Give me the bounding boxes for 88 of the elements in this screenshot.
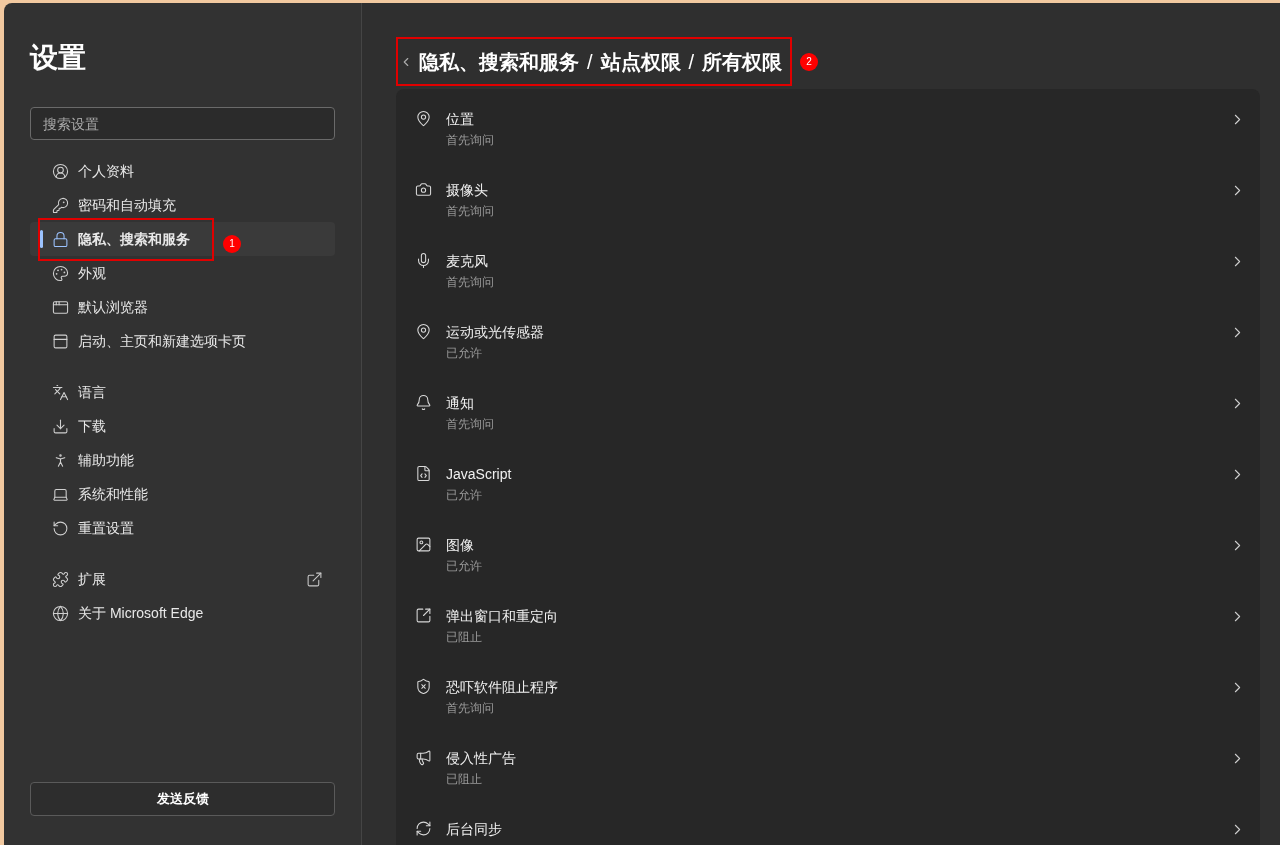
sidebar-item[interactable]: 默认浏览器 xyxy=(30,290,335,324)
permission-status: 首先询问 xyxy=(446,700,495,717)
sidebar-item[interactable]: 外观 xyxy=(30,256,335,290)
lock-icon xyxy=(52,230,69,248)
annotation-badge: 2 xyxy=(800,52,819,71)
sync-icon xyxy=(415,820,432,837)
sidebar-item-label: 外观 xyxy=(78,263,106,283)
settings-title: 设置 xyxy=(30,41,87,75)
browser-window-icon xyxy=(52,298,69,316)
permission-title: 侵入性广告 xyxy=(446,749,516,768)
bell-icon xyxy=(415,394,432,411)
sidebar-item-label: 默认浏览器 xyxy=(78,297,148,317)
sidebar-item[interactable]: 扩展 xyxy=(30,562,335,596)
permission-row[interactable]: 后台同步 xyxy=(396,807,1260,845)
sidebar-item[interactable]: 密码和自动填充 xyxy=(30,188,335,222)
shield-icon xyxy=(415,678,432,695)
sidebar-item[interactable]: 个人资料 xyxy=(30,154,335,188)
sidebar-item[interactable]: 关于 Microsoft Edge xyxy=(30,596,335,630)
sidebar-item[interactable]: 语言 xyxy=(30,375,335,409)
permission-row[interactable]: 恐吓软件阻止程序 首先询问 xyxy=(396,665,1260,736)
permission-status: 已阻止 xyxy=(446,771,483,788)
profile-icon xyxy=(52,162,69,180)
permission-row[interactable]: 运动或光传感器 已允许 xyxy=(396,310,1260,381)
permission-title: 位置 xyxy=(446,110,475,129)
breadcrumb-separator: / xyxy=(587,49,593,75)
sidebar-item[interactable]: 启动、主页和新建选项卡页 xyxy=(30,324,335,358)
sidebar-item-label: 系统和性能 xyxy=(78,484,148,504)
permission-title: 运动或光传感器 xyxy=(446,323,544,342)
sidebar-item-label: 下载 xyxy=(78,416,106,436)
permission-status: 已允许 xyxy=(446,558,482,575)
selection-bar xyxy=(40,230,43,248)
script-icon xyxy=(415,465,432,482)
permission-row[interactable]: 通知 首先询问 xyxy=(396,381,1260,452)
external-link-icon xyxy=(306,570,323,588)
permission-status: 首先询问 xyxy=(446,274,494,291)
permission-title: 通知 xyxy=(446,394,475,413)
permission-title: 摄像头 xyxy=(446,181,489,200)
reset-icon xyxy=(52,519,69,537)
permission-row[interactable]: 位置 首先询问 xyxy=(396,97,1260,168)
sidebar-item-label: 重置设置 xyxy=(78,518,134,538)
sidebar-item-label: 辅助功能 xyxy=(78,450,134,470)
sidebar-item[interactable]: 下载 xyxy=(30,409,335,443)
permission-row[interactable]: 摄像头 首先询问 xyxy=(396,168,1260,239)
permission-row[interactable]: 麦克风 首先询问 xyxy=(396,239,1260,310)
location-pin-icon xyxy=(415,110,432,127)
permission-title: 麦克风 xyxy=(446,252,489,271)
popup-icon xyxy=(415,607,432,624)
sidebar-item-label: 个人资料 xyxy=(78,161,134,181)
sidebar-item-label: 扩展 xyxy=(78,569,106,589)
sidebar-item[interactable]: 重置设置 xyxy=(30,511,335,545)
permission-status: 首先询问 xyxy=(446,203,494,220)
sidebar-item-label: 关于 Microsoft Edge xyxy=(78,603,204,623)
feedback-button[interactable]: 发送反馈 xyxy=(30,782,335,816)
permission-status: 已允许 xyxy=(446,345,483,362)
permission-title: 弹出窗口和重定向 xyxy=(446,607,558,626)
microphone-icon xyxy=(415,252,432,269)
sidebar-item-label: 密码和自动填充 xyxy=(78,195,176,215)
breadcrumb-segment[interactable]: 站点权限 xyxy=(600,46,681,77)
permission-status: 首先询问 xyxy=(446,416,494,433)
permission-title: JavaScript xyxy=(446,465,512,484)
search-field[interactable]: 搜索设置 xyxy=(30,107,335,140)
sidebar-item[interactable]: 系统和性能 xyxy=(30,477,335,511)
permission-title: 后台同步 xyxy=(446,820,502,839)
permission-row[interactable]: 图像 已允许 xyxy=(396,523,1260,594)
permission-title: 恐吓软件阻止程序 xyxy=(446,678,558,697)
sensor-pin-icon xyxy=(415,323,432,340)
permission-row[interactable]: 侵入性广告 已阻止 xyxy=(396,736,1260,807)
palette-icon xyxy=(52,264,69,282)
breadcrumb-segment[interactable]: 所有权限 xyxy=(702,46,783,77)
sidebar-item-label: 语言 xyxy=(78,382,106,402)
camera-icon xyxy=(415,181,432,198)
tab-page-icon xyxy=(52,332,69,350)
sidebar-item-label: 隐私、搜索和服务 xyxy=(78,229,190,249)
image-icon xyxy=(415,536,432,553)
permission-title: 图像 xyxy=(446,536,475,555)
language-icon xyxy=(52,383,69,401)
permission-status: 已阻止 xyxy=(446,629,483,646)
permission-status: 已允许 xyxy=(446,487,483,504)
sidebar-item-label: 启动、主页和新建选项卡页 xyxy=(78,331,246,351)
permission-row[interactable]: 弹出窗口和重定向 已阻止 xyxy=(396,594,1260,665)
download-icon xyxy=(52,417,69,435)
permission-status: 首先询问 xyxy=(446,132,494,149)
key-icon xyxy=(52,196,69,214)
sidebar-item[interactable]: 辅助功能 xyxy=(30,443,335,477)
permission-row[interactable]: JavaScript 已允许 xyxy=(396,452,1260,523)
puzzle-icon xyxy=(52,570,69,588)
breadcrumb-segment[interactable]: 隐私、搜索和服务 xyxy=(419,46,579,77)
breadcrumb-separator: / xyxy=(688,49,695,75)
